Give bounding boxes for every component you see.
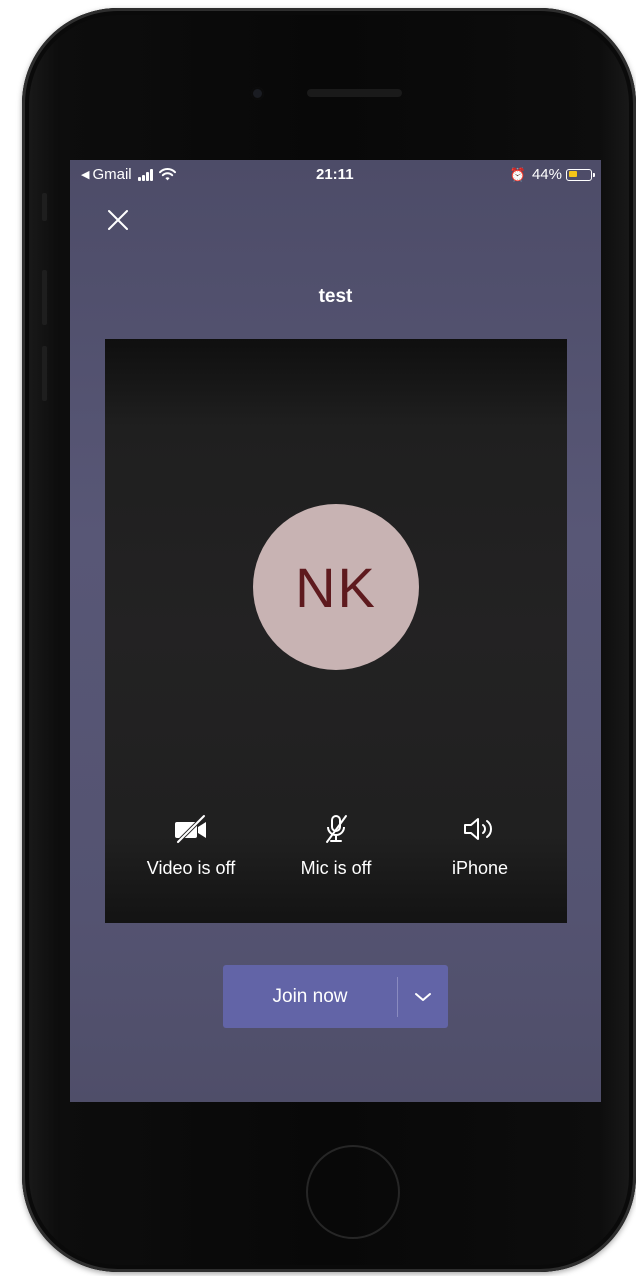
battery-tip bbox=[593, 172, 595, 177]
speaker-icon bbox=[464, 818, 492, 840]
chevron-down-icon bbox=[415, 992, 431, 1001]
avatar: NK bbox=[253, 504, 419, 670]
join-now-button[interactable]: Join now bbox=[223, 965, 397, 1028]
video-off-icon bbox=[175, 814, 206, 844]
mic-toggle-label: Mic is off bbox=[300, 858, 372, 878]
video-toggle-label: Video is off bbox=[146, 858, 236, 878]
audio-device-button[interactable]: iPhone bbox=[410, 814, 550, 879]
join-button-group: Join now bbox=[223, 965, 448, 1028]
audio-device-label: iPhone bbox=[451, 858, 509, 878]
volume-up-button bbox=[42, 270, 47, 325]
video-toggle[interactable]: Video is off bbox=[121, 814, 261, 879]
meeting-title: test bbox=[318, 286, 353, 307]
home-button[interactable] bbox=[306, 1145, 400, 1239]
earpiece-speaker bbox=[307, 89, 402, 97]
status-bar: ◀ Gmail 21:11 ⏰ 44% bbox=[70, 160, 601, 190]
cellular-signal-icon bbox=[137, 168, 154, 181]
back-arrow-icon: ◀ bbox=[81, 169, 90, 181]
close-icon bbox=[108, 210, 128, 230]
close-button[interactable] bbox=[106, 208, 130, 232]
back-app-label: Gmail bbox=[92, 166, 132, 183]
volume-down-button bbox=[42, 346, 47, 401]
status-right: ⏰ 44% bbox=[509, 166, 595, 183]
back-to-app[interactable]: ◀ Gmail bbox=[81, 166, 176, 183]
wifi-icon bbox=[158, 168, 176, 181]
battery-level bbox=[568, 171, 578, 177]
front-camera bbox=[251, 87, 264, 100]
join-options-button[interactable] bbox=[398, 965, 448, 1028]
battery-icon bbox=[566, 168, 595, 181]
mic-toggle[interactable]: Mic is off bbox=[266, 814, 406, 879]
screen: ◀ Gmail 21:11 ⏰ 44% test NK Video is off… bbox=[70, 160, 601, 1102]
mute-switch bbox=[42, 193, 47, 221]
battery-percent: 44% bbox=[531, 166, 562, 183]
alarm-icon: ⏰ bbox=[509, 166, 526, 182]
mic-off-icon bbox=[326, 815, 347, 843]
video-preview: NK Video is off Mic is off iPhone bbox=[105, 339, 567, 923]
status-time: 21:11 bbox=[316, 166, 354, 183]
